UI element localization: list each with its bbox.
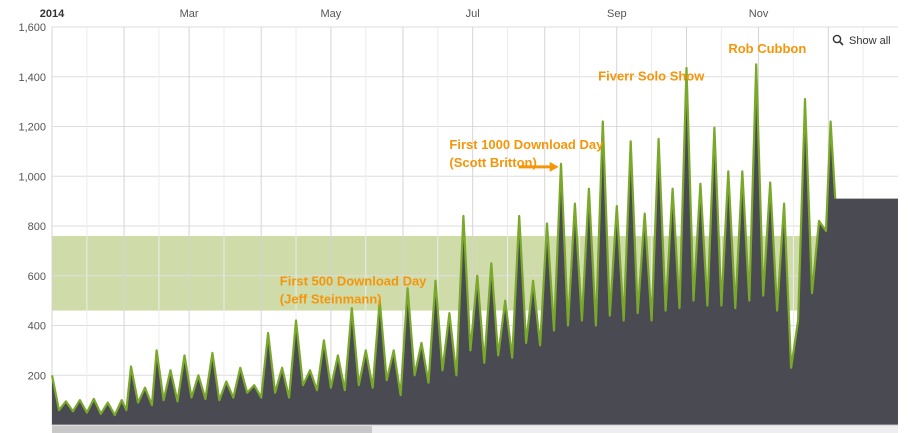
x-tick-label: Jul — [466, 8, 480, 20]
annotation-label: (Jeff Steinmann) — [280, 292, 382, 307]
x-tick-label: Sep — [607, 8, 627, 20]
x-tick-label: Nov — [749, 8, 769, 20]
y-tick-label: 600 — [28, 271, 46, 283]
y-tick-label: 800 — [28, 221, 46, 233]
y-tick-label: 1,400 — [18, 72, 46, 84]
annotation-label: Rob Cubbon — [728, 41, 806, 56]
x-tick-label: 2014 — [40, 8, 65, 20]
y-tick-label: 400 — [28, 321, 46, 333]
annotation-label: Fiverr Solo Show — [598, 68, 705, 83]
y-tick-label: 200 — [28, 370, 46, 382]
show-all-label: Show all — [849, 35, 891, 47]
y-tick-label: 1,600 — [18, 22, 46, 34]
x-tick-label: Mar — [180, 8, 199, 20]
x-tick-label: May — [321, 8, 342, 20]
scrollbar-thumb[interactable] — [52, 426, 372, 433]
annotation-label: First 1000 Download Day — [449, 137, 604, 152]
y-tick-label: 1,000 — [18, 171, 46, 183]
annotation-label: First 500 Download Day — [280, 274, 427, 289]
downloads-chart: 200 400 600 800 1,000 1,200 1,400 1,600 2014 Mar M… — [0, 0, 908, 433]
y-tick-label: 1,200 — [18, 122, 46, 134]
